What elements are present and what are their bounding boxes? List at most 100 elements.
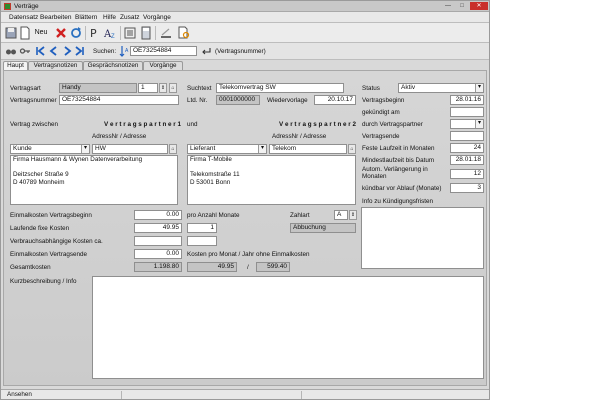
search-hint: (Vertragsnummer) bbox=[215, 48, 266, 55]
und-label: und bbox=[187, 121, 198, 128]
menu-vorgaenge[interactable]: Vorgänge bbox=[143, 13, 171, 22]
print-preview-icon[interactable]: P bbox=[89, 26, 101, 40]
partner2-heading: V e r t r a g s p a r t n e r 2 bbox=[279, 121, 356, 128]
tab-gespraechsnotizen[interactable]: Gesprächsnotizen bbox=[83, 61, 143, 70]
kurzbeschreibung-box[interactable] bbox=[92, 276, 484, 379]
mindestlaufzeit-field[interactable]: 28.01.18 bbox=[450, 155, 484, 165]
main-panel: Vertragsart Handy 1 ⇕ ⌂ Vertragsnummer O… bbox=[3, 70, 487, 386]
menu-zusatz[interactable]: Zusatz bbox=[120, 13, 140, 22]
durch-vertragspartner-label: durch Vertragspartner bbox=[362, 121, 423, 128]
einmal-beginn-field[interactable]: 0.00 bbox=[134, 210, 182, 220]
spin-icon[interactable]: ⇕ bbox=[349, 210, 357, 220]
partner1-code-field[interactable]: HW bbox=[92, 144, 168, 154]
gesamtkosten-field: 1.198.80 bbox=[134, 262, 182, 272]
vertragsart-number[interactable]: 1 bbox=[138, 83, 158, 93]
maximize-button[interactable]: □ bbox=[456, 2, 468, 10]
wiedervorlage-field[interactable]: 20.10.17 bbox=[314, 95, 356, 105]
chevron-down-icon[interactable]: ▾ bbox=[475, 120, 483, 128]
partner2-role-value: Lieferant bbox=[190, 145, 216, 152]
status-bar: Ansehen bbox=[1, 389, 489, 399]
tab-vorgaenge[interactable]: Vorgänge bbox=[143, 61, 183, 70]
refresh-icon[interactable] bbox=[70, 26, 82, 40]
pro-anzahl-field[interactable]: 1 bbox=[187, 223, 217, 233]
document-search-icon[interactable] bbox=[177, 26, 191, 40]
gekuendigt-label: gekündigt am bbox=[362, 109, 400, 116]
address-line: Firma Hausmann & Wynen Datenverarbeitung bbox=[13, 156, 143, 163]
partner1-address-box[interactable]: Firma Hausmann & Wynen Datenverarbeitung… bbox=[10, 155, 178, 205]
kuendbar-field[interactable]: 3 bbox=[450, 183, 484, 193]
vertragsnummer-field[interactable]: OE73254884 bbox=[59, 95, 179, 105]
menu-blaettern[interactable]: Blättern bbox=[75, 13, 97, 22]
spin-icon[interactable]: ⇕ bbox=[159, 83, 167, 93]
font-icon[interactable]: AZ bbox=[103, 26, 117, 40]
next-record-icon[interactable] bbox=[61, 45, 73, 57]
vertragsbeginn-label: Vertragsbeginn bbox=[362, 97, 405, 104]
partner2-address-box[interactable]: Firma T-Mobile Telekomstraße 11 D 53001 … bbox=[187, 155, 356, 205]
tab-vertragsnotizen[interactable]: Vertragsnotizen bbox=[28, 61, 83, 70]
binoculars-icon[interactable] bbox=[5, 45, 17, 57]
wiedervorlage-label: Wiedervorlage bbox=[267, 97, 308, 104]
partner2-role-select[interactable]: Lieferant ▾ bbox=[187, 144, 267, 154]
status-select[interactable]: Aktiv ▾ bbox=[398, 83, 484, 93]
pro-anzahl-label: pro Anzahl Monate bbox=[187, 212, 240, 219]
key-icon[interactable] bbox=[19, 45, 31, 57]
zahlart-field[interactable]: A bbox=[334, 210, 348, 220]
lookup-icon[interactable]: ⌂ bbox=[169, 144, 177, 154]
close-button[interactable]: ✕ bbox=[470, 2, 488, 10]
zahlart-text: Abbuchung bbox=[290, 223, 356, 233]
info-fristen-box[interactable] bbox=[361, 207, 484, 269]
suchtext-field[interactable]: Telekomvertrag SW bbox=[216, 83, 344, 93]
durch-vertragspartner-select[interactable]: ▾ bbox=[450, 119, 484, 129]
address-line: Telekomstraße 11 bbox=[190, 171, 240, 178]
vertragsnummer-label: Vertragsnummer bbox=[10, 97, 57, 104]
tab-strip: Haupt Vertragsnotizen Gesprächsnotizen V… bbox=[1, 61, 489, 71]
minimize-button[interactable]: — bbox=[442, 2, 454, 10]
laufende-kosten-field[interactable]: 49.95 bbox=[134, 223, 182, 233]
einmal-ende-label: Einmalkosten Vertragsende bbox=[10, 251, 88, 258]
einmal-ende-field[interactable]: 0.00 bbox=[134, 249, 182, 259]
search-label: Suchen: bbox=[93, 48, 117, 55]
feste-laufzeit-field[interactable]: 24 bbox=[450, 143, 484, 153]
save-icon[interactable] bbox=[5, 26, 17, 40]
vertragsende-field[interactable] bbox=[450, 131, 484, 141]
search-input[interactable]: OE73254884 bbox=[130, 46, 197, 56]
calculator-icon[interactable] bbox=[140, 26, 152, 40]
vertragsart-field[interactable]: Handy bbox=[59, 83, 137, 93]
kosten-monat-field: 49.95 bbox=[187, 262, 237, 272]
lookup-icon[interactable]: ⌂ bbox=[348, 144, 356, 154]
last-record-icon[interactable] bbox=[74, 45, 86, 57]
autom-verlaengerung-label: Autom. Verlängerung in bbox=[362, 166, 428, 173]
lookup-icon[interactable]: ⌂ bbox=[169, 83, 177, 93]
adressnr1-label: AdressNr / Adresse bbox=[92, 133, 147, 140]
partner1-role-value: Kunde bbox=[13, 145, 32, 152]
chevron-down-icon[interactable]: ▾ bbox=[81, 145, 89, 153]
vertragsart-label: Vertragsart bbox=[10, 85, 41, 92]
partner2-code-field[interactable]: Telekom bbox=[269, 144, 347, 154]
delete-icon[interactable] bbox=[55, 26, 67, 40]
chevron-down-icon[interactable]: ▾ bbox=[258, 145, 266, 153]
new-button[interactable]: Neu bbox=[31, 26, 51, 40]
autom-verlaengerung-field[interactable]: 12 bbox=[450, 169, 484, 179]
partner1-role-select[interactable]: Kunde ▾ bbox=[10, 144, 90, 154]
menu-hilfe[interactable]: Hilfe bbox=[103, 13, 116, 22]
chevron-down-icon[interactable]: ▾ bbox=[475, 84, 483, 92]
kosten-jahr-field: 599.40 bbox=[256, 262, 290, 272]
scanner-icon[interactable] bbox=[159, 26, 173, 40]
menu-bearbeiten[interactable]: Bearbeiten bbox=[40, 13, 71, 22]
vertragsbeginn-field[interactable]: 28.01.16 bbox=[450, 95, 484, 105]
previous-record-icon[interactable] bbox=[48, 45, 60, 57]
gekuendigt-field[interactable] bbox=[450, 107, 484, 117]
einmal-beginn-label: Einmalkosten Vertragsbeginn bbox=[10, 212, 92, 219]
mindestlaufzeit-label: Mindestlaufzeit bis Datum bbox=[362, 157, 435, 164]
kosten-pro-label: Kosten pro Monat / Jahr ohne Einmalkoste… bbox=[187, 251, 310, 258]
menu-datensatz[interactable]: Datensatz bbox=[9, 13, 38, 22]
enter-icon[interactable] bbox=[200, 45, 212, 57]
verbrauch-monate-field[interactable] bbox=[187, 236, 217, 246]
new-document-icon[interactable] bbox=[20, 26, 30, 40]
search-bar: Suchen: A OE73254884 (Vertragsnummer) bbox=[1, 43, 489, 60]
verbrauch-field[interactable] bbox=[134, 236, 182, 246]
sort-icon[interactable]: A bbox=[118, 45, 130, 57]
svg-text:Z: Z bbox=[111, 34, 115, 40]
list-icon[interactable] bbox=[124, 26, 136, 40]
first-record-icon[interactable] bbox=[34, 45, 46, 57]
